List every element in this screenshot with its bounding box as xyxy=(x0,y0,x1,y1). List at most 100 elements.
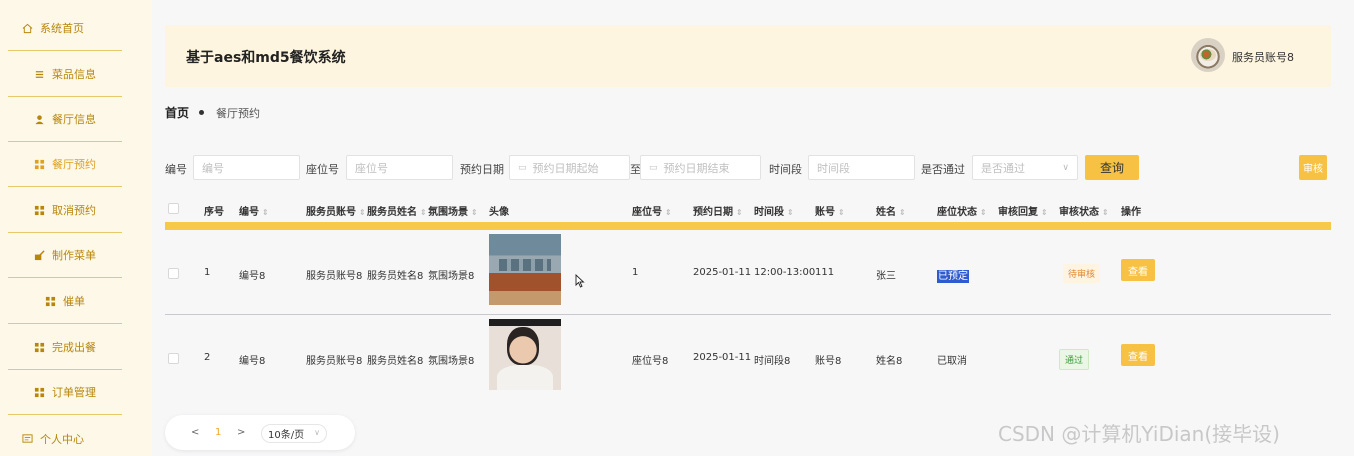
status-badge: 通过 xyxy=(1059,349,1090,370)
breadcrumb-separator xyxy=(199,110,204,115)
sidebar-item-urge[interactable]: 催单 xyxy=(8,279,122,324)
pass-label: 是否通过 xyxy=(921,163,965,176)
page-size-value: 10条/页 xyxy=(268,430,305,441)
table-header-bar xyxy=(165,222,1331,230)
sidebar-item-label: 餐厅信息 xyxy=(52,113,96,126)
sidebar-item-label: 取消预约 xyxy=(52,204,96,217)
col-header-date[interactable]: 预约日期 ⇕ xyxy=(693,203,743,218)
date-end-input[interactable]: ▭ 预约日期结束 xyxy=(640,155,761,180)
breadcrumb-current: 餐厅预约 xyxy=(216,107,260,120)
query-button[interactable]: 查询 xyxy=(1085,155,1139,180)
sidebar-item-label: 完成出餐 xyxy=(52,341,96,354)
col-header-seat-status[interactable]: 座位状态 ⇕ xyxy=(937,203,987,218)
row-checkbox[interactable] xyxy=(168,353,179,364)
cell-scene: 氛围场景8 xyxy=(428,356,475,367)
restaurant-image[interactable] xyxy=(489,234,561,305)
table-row: 2 编号8 服务员账号8 服务员姓名8 氛围场景8 座位号8 2025-01-1… xyxy=(165,315,1331,400)
col-header-seat[interactable]: 座位号 ⇕ xyxy=(632,203,672,218)
period-input[interactable]: 时间段 xyxy=(808,155,915,180)
sidebar-item-orders[interactable]: 订单管理 xyxy=(8,370,122,415)
col-header-scene[interactable]: 氛围场景 ⇕ xyxy=(428,203,478,218)
sort-icon: ⇕ xyxy=(665,208,672,217)
sidebar-item-label: 菜品信息 xyxy=(52,68,96,81)
avatar[interactable] xyxy=(1191,38,1225,72)
sidebar-item-label: 个人中心 xyxy=(40,432,84,446)
sidebar-item-home[interactable]: 系统首页 xyxy=(8,6,122,51)
sort-icon: ⇕ xyxy=(471,208,478,217)
seat-input[interactable]: 座位号 xyxy=(346,155,453,180)
seat-placeholder: 座位号 xyxy=(355,161,388,175)
sort-icon: ⇕ xyxy=(262,208,269,217)
page-size-select[interactable]: 10条/页 ∨ xyxy=(261,424,327,443)
date-start-placeholder: 预约日期起始 xyxy=(532,161,599,175)
profile-icon xyxy=(22,433,33,444)
sort-icon: ⇕ xyxy=(980,208,987,217)
grid-icon xyxy=(34,159,45,170)
row-checkbox[interactable] xyxy=(168,268,179,279)
calendar-icon: ▭ xyxy=(649,162,658,173)
period-placeholder: 时间段 xyxy=(817,161,850,175)
grid-icon xyxy=(34,387,45,398)
edit-icon xyxy=(34,249,45,261)
status-badge: 待审核 xyxy=(1063,264,1101,283)
cell-index: 1 xyxy=(204,267,211,278)
sidebar-item-make-menu[interactable]: 制作菜单 xyxy=(8,233,122,278)
user-name[interactable]: 服务员账号8 xyxy=(1232,49,1294,65)
cell-id: 编号8 xyxy=(239,271,266,282)
page-number[interactable]: 1 xyxy=(215,427,221,438)
sidebar-item-label: 系统首页 xyxy=(40,22,84,35)
seat-status-text: 已预定 xyxy=(937,270,969,283)
date-start-input[interactable]: ▭ 预约日期起始 xyxy=(509,155,630,180)
sort-icon: ⇕ xyxy=(420,208,427,217)
home-icon xyxy=(22,23,33,34)
sort-icon: ⇕ xyxy=(359,208,366,217)
grid-icon xyxy=(34,342,45,353)
pass-select[interactable]: 是否通过 ∨ xyxy=(972,155,1078,180)
select-all-checkbox[interactable] xyxy=(168,203,179,214)
mouse-cursor-icon xyxy=(575,274,585,288)
grid-icon xyxy=(45,296,56,307)
breadcrumb-home[interactable]: 首页 xyxy=(165,104,189,121)
cell-name: 姓名8 xyxy=(876,356,903,367)
sidebar-item-label: 订单管理 xyxy=(52,386,96,399)
sidebar: 系统首页 菜品信息 餐厅信息 餐厅预约 取消预约 制作菜单 催单 完成出餐 订单… xyxy=(0,0,152,456)
col-header-review-status[interactable]: 审核状态 ⇕ xyxy=(1059,203,1109,218)
cell-period: 12:00-13:00 xyxy=(754,267,816,278)
date-end-placeholder: 预约日期结束 xyxy=(663,161,730,175)
portrait-image[interactable] xyxy=(489,319,561,390)
view-button[interactable]: 查看 xyxy=(1121,344,1155,366)
cell-date: 2025-01-11 xyxy=(693,352,752,363)
col-header-id[interactable]: 编号 ⇕ xyxy=(239,203,269,218)
id-input[interactable]: 编号 xyxy=(193,155,300,180)
sidebar-item-restaurant[interactable]: 餐厅信息 xyxy=(8,97,122,142)
calendar-icon: ▭ xyxy=(518,162,527,173)
col-header-account[interactable]: 账号 ⇕ xyxy=(815,203,845,218)
sidebar-item-profile[interactable]: 个人中心 xyxy=(8,416,122,456)
cell-account: 111 xyxy=(815,267,835,278)
sidebar-item-dishes[interactable]: 菜品信息 xyxy=(8,52,122,97)
cell-seat: 座位号8 xyxy=(632,356,669,367)
sidebar-item-served[interactable]: 完成出餐 xyxy=(8,325,122,370)
next-page-button[interactable]: > xyxy=(237,427,245,438)
col-header-name[interactable]: 姓名 ⇕ xyxy=(876,203,906,218)
sidebar-item-reservation[interactable]: 餐厅预约 xyxy=(8,142,122,187)
cell-period: 时间段8 xyxy=(754,356,791,367)
sidebar-item-cancel-reservation[interactable]: 取消预约 xyxy=(8,188,122,233)
cell-scene: 氛围场景8 xyxy=(428,271,475,282)
col-header-waiter-account[interactable]: 服务员账号 ⇕ xyxy=(306,203,366,218)
table-header: 序号 编号 ⇕ 服务员账号 ⇕ 服务员姓名 ⇕ 氛围场景 ⇕ 头像 座位号 ⇕ 预约日期 ⇕… xyxy=(165,195,1331,222)
cell-index: 2 xyxy=(204,352,211,363)
view-button[interactable]: 查看 xyxy=(1121,259,1155,281)
review-button[interactable]: 审核 xyxy=(1299,155,1327,180)
sort-icon: ⇕ xyxy=(787,208,794,217)
prev-page-button[interactable]: < xyxy=(191,427,199,438)
cell-waiter-name: 服务员姓名8 xyxy=(367,271,424,282)
col-header-reply[interactable]: 审核回复 ⇕ xyxy=(998,203,1048,218)
col-header-waiter-name[interactable]: 服务员姓名 ⇕ xyxy=(367,203,427,218)
seat-label: 座位号 xyxy=(306,163,339,176)
cell-date: 2025-01-11 xyxy=(693,267,752,278)
col-header-period[interactable]: 时间段 ⇕ xyxy=(754,203,794,218)
cell-waiter-name: 服务员姓名8 xyxy=(367,356,424,367)
pagination: < 1 > 10条/页 ∨ xyxy=(165,415,355,450)
cell-name: 张三 xyxy=(876,271,896,282)
